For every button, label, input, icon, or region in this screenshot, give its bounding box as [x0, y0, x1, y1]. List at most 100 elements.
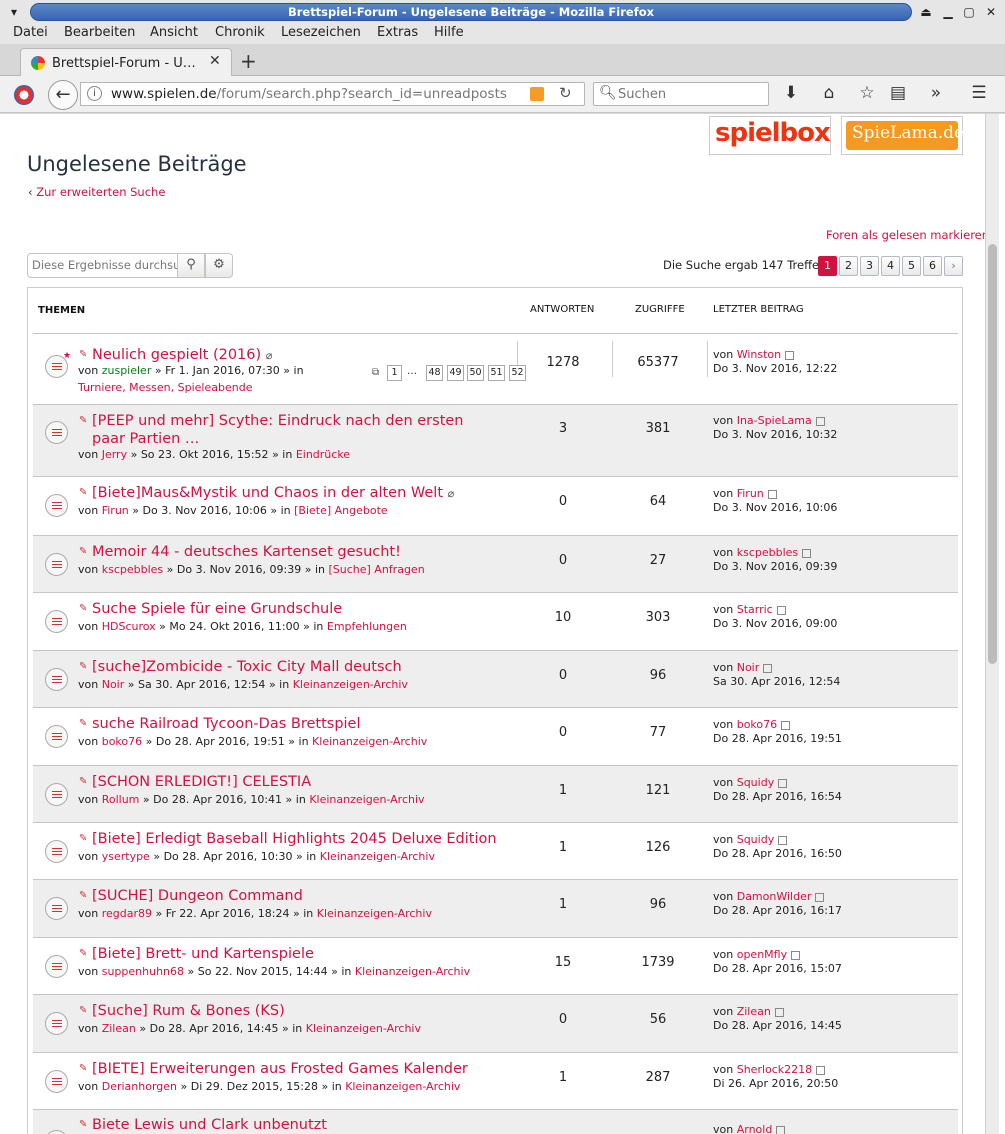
topic-title-link[interactable]: [Biete] Brett- und Kartenspiele [92, 945, 512, 963]
forum-link[interactable]: Kleinanzeigen-Archiv [320, 850, 435, 863]
bookmark-star-icon[interactable]: ☆ [856, 83, 878, 103]
forum-link[interactable]: Kleinanzeigen-Archiv [317, 907, 432, 920]
newest-post-icon[interactable]: ✎ [79, 415, 89, 426]
hamburger-menu-icon[interactable]: ☰ [968, 83, 990, 103]
menu-bearbeiten[interactable]: Bearbeiten [64, 25, 135, 40]
download-icon[interactable]: ⬇ [780, 83, 802, 103]
last-post-user-link[interactable]: Arnold [737, 1123, 773, 1134]
home-icon[interactable]: ⌂ [818, 83, 840, 103]
goto-last-post-icon[interactable] [802, 548, 812, 558]
page-6-button[interactable]: 6 [923, 256, 942, 276]
newest-post-icon[interactable]: ✎ [79, 833, 89, 844]
topic-title-link[interactable]: suche Railroad Tycoon-Das Brettspiel [92, 715, 512, 733]
last-post-user-link[interactable]: Squidy [737, 833, 775, 846]
last-post-user-link[interactable]: kscpebbles [737, 546, 798, 559]
topic-author-link[interactable]: Noir [102, 678, 125, 691]
menu-lesezeichen[interactable]: Lesezeichen [281, 25, 361, 40]
newest-post-icon[interactable]: ✎ [79, 718, 89, 729]
goto-last-post-icon[interactable] [781, 720, 791, 730]
forum-link[interactable]: Kleinanzeigen-Archiv [355, 965, 470, 978]
topic-author-link[interactable]: HDScurox [102, 620, 156, 633]
topic-author-link[interactable]: Firun [102, 504, 129, 517]
forum-link[interactable]: [Biete] Angebote [294, 504, 388, 517]
newest-post-icon[interactable]: ✎ [79, 890, 89, 901]
forum-link[interactable]: Empfehlungen [327, 620, 407, 633]
newest-post-icon[interactable]: ✎ [79, 546, 89, 557]
newest-post-icon[interactable]: ✎ [79, 776, 89, 787]
goto-last-post-icon[interactable] [778, 835, 788, 845]
newest-post-icon[interactable]: ✎ [79, 661, 89, 672]
menu-ansicht[interactable]: Ansicht [150, 25, 198, 40]
page-1-button[interactable]: 1 [818, 256, 837, 276]
topic-title-link[interactable]: [PEEP und mehr] Scythe: Eindruck nach de… [92, 412, 492, 448]
new-tab-icon[interactable]: + [240, 49, 257, 73]
topic-author-link[interactable]: Zilean [102, 1022, 136, 1035]
last-post-user-link[interactable]: Ina-SpieLama [737, 414, 812, 427]
reload-icon[interactable]: ↻ [559, 84, 572, 102]
newest-post-icon[interactable]: ✎ [79, 349, 89, 360]
overflow-chevron-icon[interactable]: » [925, 83, 947, 103]
goto-last-post-icon[interactable] [778, 778, 788, 788]
last-post-user-link[interactable]: Sherlock2218 [737, 1063, 812, 1076]
last-post-user-link[interactable]: Firun [737, 487, 764, 500]
goto-last-post-icon[interactable] [776, 605, 786, 615]
forum-link[interactable]: Kleinanzeigen-Archiv [312, 735, 427, 748]
goto-last-post-icon[interactable] [785, 350, 795, 360]
topic-author-link[interactable]: boko76 [102, 735, 142, 748]
last-post-user-link[interactable]: Zilean [737, 1005, 771, 1018]
minimize-icon[interactable]: ▁ [940, 4, 956, 20]
topic-page-link[interactable]: 1 [387, 365, 402, 381]
address-bar[interactable]: i www.spielen.de/forum/search.php?search… [80, 82, 585, 106]
forum-link[interactable]: Kleinanzeigen-Archiv [306, 1022, 421, 1035]
forum-link[interactable]: Turniere, Messen, Spieleabende [78, 381, 252, 394]
topic-page-link[interactable]: 49 [447, 365, 464, 381]
last-post-user-link[interactable]: Noir [737, 661, 760, 674]
goto-last-post-icon[interactable] [767, 489, 777, 499]
topic-title-link[interactable]: [SUCHE] Dungeon Command [92, 887, 512, 905]
topic-title-link[interactable]: Biete Lewis und Clark unbenutzt [92, 1116, 512, 1134]
browser-tab[interactable]: Brettspiel-Forum - U… ✕ [20, 48, 232, 77]
rss-feed-icon[interactable] [530, 87, 544, 101]
last-post-user-link[interactable]: openMfly [737, 948, 787, 961]
tab-close-icon[interactable]: ✕ [209, 53, 221, 69]
topic-author-link[interactable]: regdar89 [102, 907, 152, 920]
topic-title-link[interactable]: Suche Spiele für eine Grundschule [92, 600, 512, 618]
topic-author-link[interactable]: ysertype [102, 850, 150, 863]
maximize-icon[interactable]: ▢ [961, 4, 977, 20]
site-info-icon[interactable]: i [87, 86, 102, 101]
last-post-user-link[interactable]: Squidy [737, 776, 775, 789]
forum-link[interactable]: Eindrücke [296, 448, 350, 461]
reader-list-icon[interactable]: ▤ [887, 83, 909, 103]
forum-link[interactable]: Kleinanzeigen-Archiv [345, 1080, 460, 1093]
topic-title-link[interactable]: Memoir 44 - deutsches Kartenset gesucht! [92, 543, 512, 561]
newest-post-icon[interactable]: ✎ [79, 1119, 89, 1130]
last-post-user-link[interactable]: Starric [737, 603, 773, 616]
topic-author-link[interactable]: kscpebbles [102, 563, 163, 576]
page-scrollbar[interactable] [985, 114, 999, 1134]
topic-author-link[interactable]: Jerry [102, 448, 127, 461]
goto-last-post-icon[interactable] [763, 663, 773, 673]
topic-page-link[interactable]: 51 [488, 365, 505, 381]
topic-title-link[interactable]: [SCHON ERLEDIGT!] CELESTIA [92, 773, 512, 791]
advanced-search-link[interactable]: ‹ Zur erweiterten Suche [28, 185, 165, 199]
advanced-settings-button[interactable]: ⚙ [205, 253, 233, 278]
search-button[interactable]: ⚲ [177, 253, 205, 278]
topic-author-link[interactable]: Derianhorgen [102, 1080, 177, 1093]
newest-post-icon[interactable]: ✎ [79, 1005, 89, 1016]
spielbox-logo[interactable]: spielbox [709, 116, 831, 155]
scrollbar-thumb[interactable] [988, 244, 997, 664]
topic-title-link[interactable]: [BIETE] Erweiterungen aus Frosted Games … [92, 1060, 512, 1078]
page-4-button[interactable]: 4 [881, 256, 900, 276]
menu-hilfe[interactable]: Hilfe [434, 25, 464, 40]
goto-last-post-icon[interactable] [774, 1007, 784, 1017]
page-5-button[interactable]: 5 [902, 256, 921, 276]
newest-post-icon[interactable]: ✎ [79, 487, 89, 498]
newest-post-icon[interactable]: ✎ [79, 1063, 89, 1074]
topic-author-link[interactable]: Rollum [102, 793, 140, 806]
topic-title-link[interactable]: [suche]Zombicide - Toxic City Mall deuts… [92, 658, 512, 676]
topic-title-link[interactable]: [Suche] Rum & Bones (KS) [92, 1002, 512, 1020]
extension-icon[interactable] [14, 85, 34, 105]
topic-page-link[interactable]: 50 [467, 365, 484, 381]
goto-last-post-icon[interactable] [776, 1125, 786, 1134]
menu-extras[interactable]: Extras [377, 25, 418, 40]
